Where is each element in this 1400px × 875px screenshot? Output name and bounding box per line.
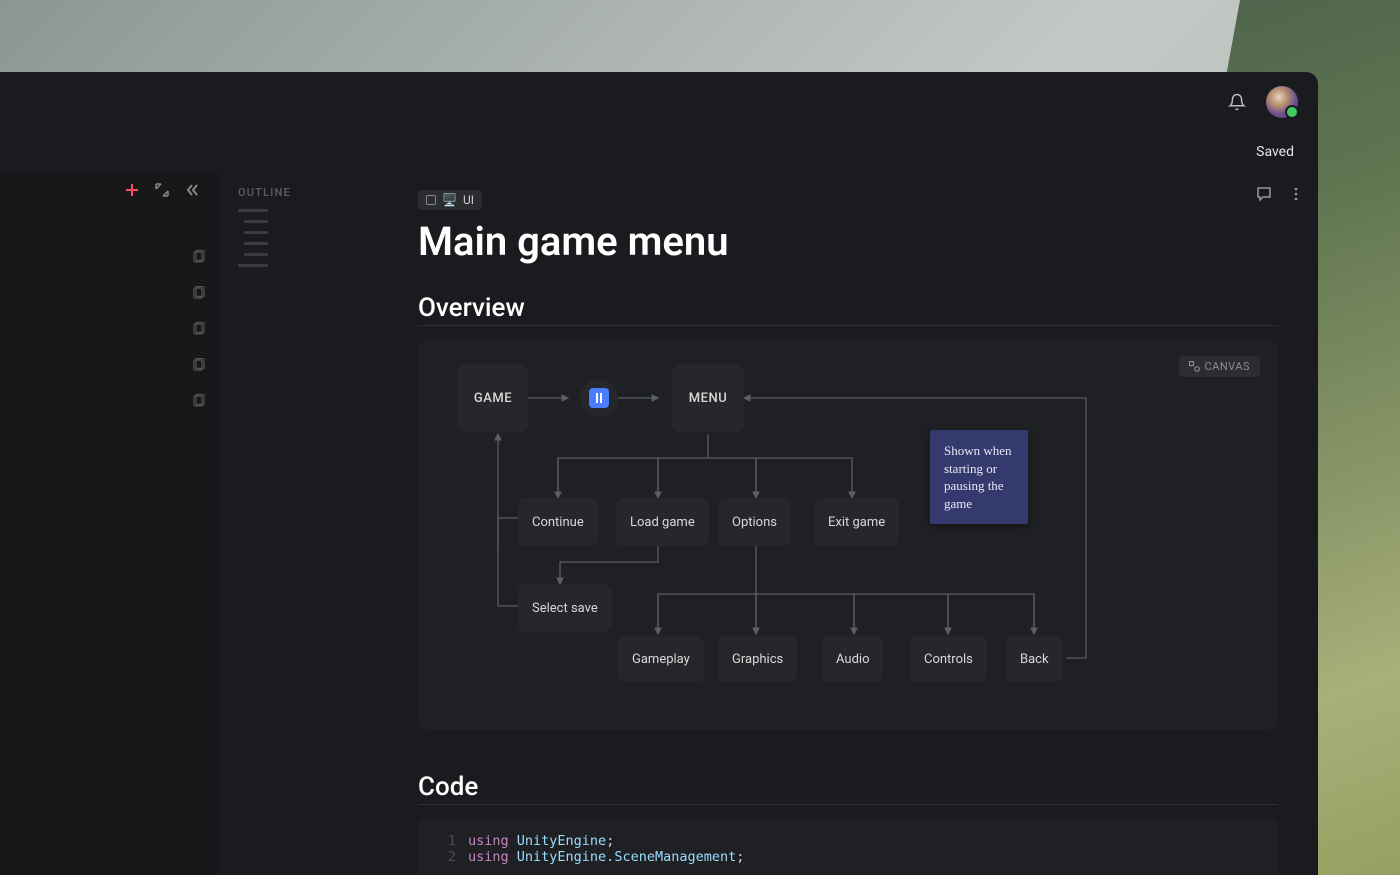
- node-continue[interactable]: Continue: [518, 498, 598, 546]
- node-controls[interactable]: Controls: [910, 636, 987, 682]
- node-game[interactable]: GAME: [458, 364, 528, 432]
- code-line: 1 using UnityEngine;: [436, 833, 1260, 849]
- doc-icon[interactable]: [192, 286, 206, 300]
- outline-skeleton: [238, 209, 358, 267]
- canvas-badge: CANVAS: [1179, 356, 1261, 377]
- sticky-note[interactable]: Shown when starting or pausing the game: [930, 430, 1028, 524]
- outline-title: OUTLINE: [238, 186, 358, 199]
- subheader: Saved: [0, 132, 1318, 172]
- node-load-game[interactable]: Load game: [616, 498, 709, 546]
- page-title: Main game menu: [418, 218, 1278, 265]
- canvas-block[interactable]: CANVAS: [418, 340, 1278, 730]
- node-audio[interactable]: Audio: [822, 636, 883, 682]
- node-exit-game[interactable]: Exit game: [814, 498, 899, 546]
- breadcrumb-emoji: 🖥️: [442, 193, 457, 207]
- doc-icon[interactable]: [192, 322, 206, 336]
- node-graphics[interactable]: Graphics: [718, 636, 797, 682]
- doc-icon[interactable]: [192, 394, 206, 408]
- add-icon[interactable]: [124, 182, 140, 198]
- pause-icon: [589, 388, 609, 408]
- doc-icon[interactable]: [192, 250, 206, 264]
- bell-icon[interactable]: [1228, 93, 1246, 111]
- doc-icon[interactable]: [192, 358, 206, 372]
- more-icon[interactable]: [1294, 186, 1298, 202]
- canvas-badge-label: CANVAS: [1205, 360, 1251, 373]
- breadcrumb-square-icon: [426, 195, 436, 205]
- comment-icon[interactable]: [1256, 186, 1272, 202]
- node-gameplay[interactable]: Gameplay: [618, 636, 704, 682]
- expand-icon[interactable]: [154, 182, 170, 198]
- titlebar: [0, 72, 1318, 132]
- section-overview-title: Overview: [418, 293, 1278, 323]
- code-line: 2 using UnityEngine.SceneManagement;: [436, 849, 1260, 865]
- rail-items: [0, 210, 218, 420]
- shapes-icon: [1189, 361, 1200, 372]
- node-pause[interactable]: [580, 379, 618, 417]
- content-actions: [1256, 186, 1298, 202]
- divider: [418, 325, 1278, 326]
- saved-status: Saved: [1256, 144, 1294, 160]
- node-menu[interactable]: MENU: [672, 364, 744, 432]
- line-number: 1: [436, 833, 456, 849]
- node-options[interactable]: Options: [718, 498, 791, 546]
- code-block[interactable]: 1 using UnityEngine; 2 using UnityEngine…: [418, 819, 1278, 875]
- divider: [418, 804, 1278, 805]
- outline-panel: OUTLINE: [218, 172, 378, 875]
- content: 🖥️ UI Main game menu Overview CANVAS: [378, 172, 1318, 875]
- rail-top: [0, 172, 218, 210]
- collapse-chevrons-icon[interactable]: [184, 182, 200, 198]
- section-code-title: Code: [418, 772, 1278, 802]
- breadcrumb[interactable]: 🖥️ UI: [418, 190, 482, 210]
- line-number: 2: [436, 849, 456, 865]
- main-area: OUTLINE 🖥️ UI Main game menu Over: [0, 172, 1318, 875]
- breadcrumb-label: UI: [463, 193, 474, 207]
- node-back[interactable]: Back: [1006, 636, 1063, 682]
- sidebar-rail: [0, 172, 218, 875]
- node-select-save[interactable]: Select save: [518, 584, 612, 632]
- app-window: Saved OUTLINE: [0, 72, 1318, 875]
- avatar[interactable]: [1266, 86, 1298, 118]
